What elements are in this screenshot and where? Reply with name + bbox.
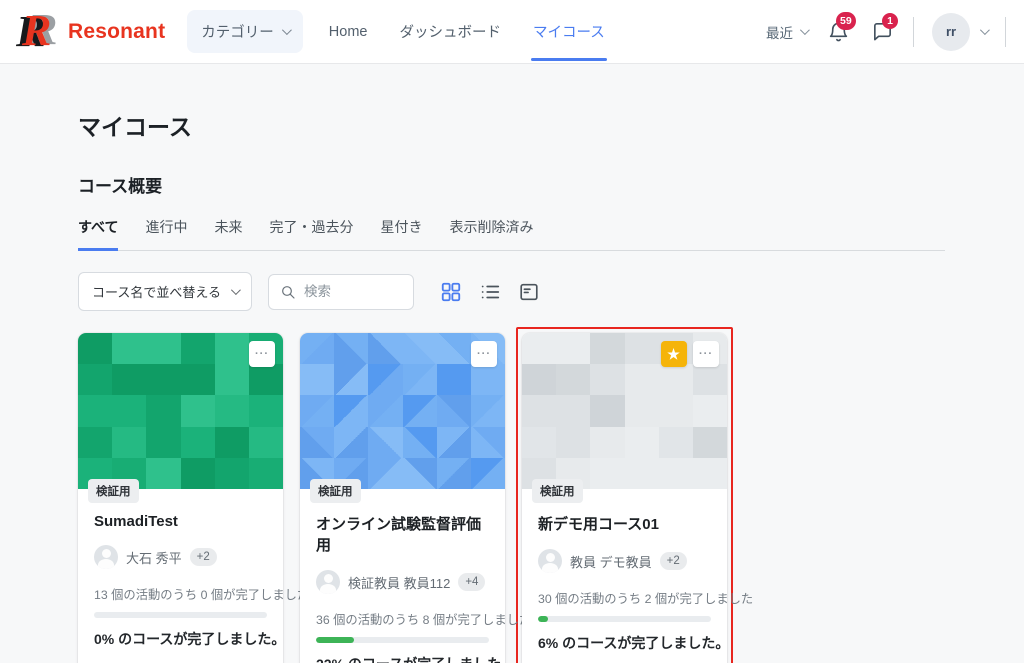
card-body: 新デモ用コース01 教員 デモ教員 +2 30 個の活動のうち 2 個が完了しま…: [522, 489, 754, 663]
course-card-sumaditest: ··· 検証用 SumadiTest 大石 秀平 +2 13 個の活動のうち 0…: [78, 333, 310, 663]
course-title[interactable]: SumadiTest: [94, 513, 267, 530]
card-menu-button[interactable]: ···: [471, 341, 497, 367]
tab-past[interactable]: 完了・過去分: [269, 217, 353, 251]
primary-nav: カテゴリー Home ダッシュボード マイコース: [187, 0, 618, 63]
activity-summary: 36 個の活動のうち 8 個が完了しました: [316, 613, 532, 627]
brand-logo[interactable]: RRR Resonant: [16, 0, 165, 63]
tab-removed[interactable]: 表示削除済み: [449, 217, 533, 251]
course-title[interactable]: 新デモ用コース01: [538, 513, 711, 534]
nav-categories-label: カテゴリー: [201, 25, 274, 41]
view-switcher: [440, 281, 540, 303]
top-navbar: RRR Resonant カテゴリー Home ダッシュボード マイコース 最近…: [0, 0, 1024, 64]
search-icon: [282, 285, 295, 299]
divider: [1005, 16, 1006, 47]
highlight-annotation: ★ ··· 検証用 新デモ用コース01 教員 デモ教員 +2 30 個の活動のう…: [516, 327, 754, 663]
nav-dashboard[interactable]: ダッシュボード: [385, 0, 515, 63]
user-menu[interactable]: rr: [932, 12, 990, 51]
brand-name: Resonant: [68, 19, 166, 43]
progress-bar: [538, 616, 711, 622]
course-filter-tabs: すべて 進行中 未来 完了・過去分 星付き 表示削除済み: [78, 217, 945, 251]
course-image[interactable]: ···: [78, 333, 283, 489]
course-overview-heading: コース概要: [78, 177, 163, 196]
sort-dropdown[interactable]: コース名で並べ替える: [78, 272, 252, 311]
recent-label: 最近: [766, 25, 793, 41]
nav-categories-dropdown[interactable]: カテゴリー: [187, 10, 303, 53]
page-title: マイコース: [78, 114, 192, 140]
tab-starred[interactable]: 星付き: [380, 217, 422, 251]
course-category-badge: 検証用: [310, 479, 361, 503]
notifications-button[interactable]: 59: [825, 11, 856, 45]
completion-text: 0% のコースが完了しました。: [94, 631, 286, 647]
search-input[interactable]: [303, 284, 399, 299]
teacher-avatar-icon: [538, 549, 562, 573]
teacher-row: 検証教員 教員112 +4: [316, 570, 489, 594]
card-body: オンライン試験監督評価用 検証教員 教員112 +4 36 個の活動のうち 8 …: [300, 489, 532, 663]
course-card-online-exam: ··· 検証用 オンライン試験監督評価用 検証教員 教員112 +4 36 個の…: [300, 333, 532, 663]
message-count-badge: 1: [882, 12, 898, 29]
filter-row: コース名で並べ替える: [78, 272, 945, 311]
course-image[interactable]: ···: [300, 333, 505, 489]
course-card-new-demo: ★ ··· 検証用 新デモ用コース01 教員 デモ教員 +2 30 個の活動のう…: [522, 333, 754, 663]
course-search[interactable]: [267, 273, 414, 310]
recent-dropdown[interactable]: 最近: [766, 22, 810, 42]
navbar-right: 最近 59 1 rr: [766, 0, 1006, 63]
teacher-avatar-icon: [316, 570, 340, 594]
progress-fill: [316, 637, 355, 643]
teacher-row: 教員 デモ教員 +2: [538, 549, 711, 573]
completion-text: 6% のコースが完了しました。: [538, 635, 730, 651]
course-category-badge: 検証用: [88, 479, 139, 503]
more-teachers-badge[interactable]: +2: [189, 548, 217, 566]
chevron-down-icon: [281, 25, 292, 36]
completion-text: 22% のコースが完了しました。: [316, 654, 515, 663]
teacher-row: 大石 秀平 +2: [94, 545, 267, 569]
activity-summary: 13 個の活動のうち 0 個が完了しました: [94, 588, 310, 602]
teacher-avatar-icon: [94, 545, 118, 569]
activity-summary: 30 個の活動のうち 2 個が完了しました: [538, 592, 754, 606]
tab-in-progress[interactable]: 進行中: [145, 217, 187, 251]
list-view-icon[interactable]: [479, 281, 501, 303]
notification-count-badge: 59: [836, 11, 856, 30]
progress-bar: [94, 612, 267, 618]
avatar: rr: [932, 12, 970, 51]
card-menu-button[interactable]: ···: [249, 341, 275, 367]
chevron-down-icon: [979, 25, 990, 36]
summary-view-icon[interactable]: [518, 281, 540, 303]
messages-button[interactable]: 1: [869, 12, 898, 45]
progress-fill: [538, 616, 549, 622]
card-body: SumadiTest 大石 秀平 +2 13 個の活動のうち 0 個が完了しまし…: [78, 489, 310, 663]
nav-home[interactable]: Home: [315, 0, 382, 63]
grid-view-icon[interactable]: [440, 281, 462, 303]
resonant-logo-icon: RRR: [16, 4, 58, 56]
course-title[interactable]: オンライン試験監督評価用: [316, 513, 489, 555]
sort-label: コース名で並べ替える: [92, 285, 221, 300]
tab-all[interactable]: すべて: [78, 217, 119, 251]
teacher-name: 大石 秀平: [126, 550, 182, 566]
course-image[interactable]: ★ ···: [522, 333, 727, 489]
divider: [913, 16, 914, 47]
card-menu-button[interactable]: ···: [693, 341, 719, 367]
more-teachers-badge[interactable]: +4: [458, 573, 486, 591]
teacher-name: 検証教員 教員112: [348, 575, 451, 591]
star-button[interactable]: ★: [661, 341, 687, 367]
progress-bar: [316, 637, 489, 643]
chevron-down-icon: [799, 25, 810, 36]
course-category-badge: 検証用: [532, 479, 583, 503]
course-cards-row: ··· 検証用 SumadiTest 大石 秀平 +2 13 個の活動のうち 0…: [78, 327, 945, 663]
teacher-name: 教員 デモ教員: [570, 554, 652, 570]
chevron-down-icon: [230, 285, 241, 296]
more-teachers-badge[interactable]: +2: [659, 552, 687, 570]
tab-future[interactable]: 未来: [214, 217, 242, 251]
nav-my-courses[interactable]: マイコース: [519, 0, 619, 63]
main-content: マイコース コース概要 すべて 進行中 未来 完了・過去分 星付き 表示削除済み…: [0, 64, 945, 663]
